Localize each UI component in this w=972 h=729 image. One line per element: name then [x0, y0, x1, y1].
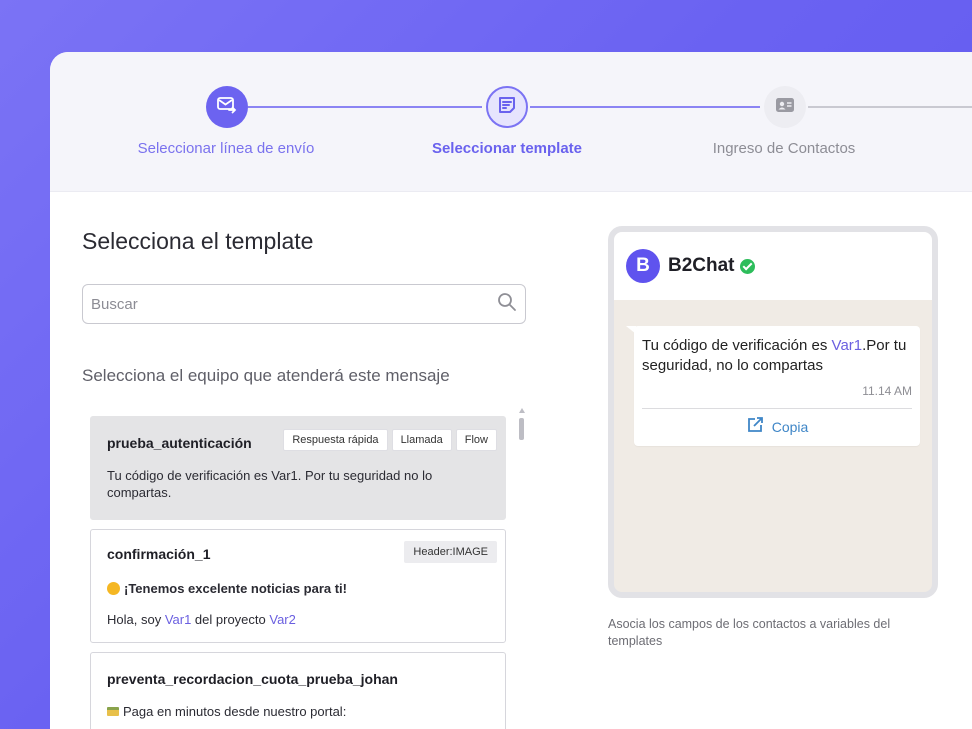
- message-text-1: Tu código de verificación es: [642, 337, 832, 354]
- main-window: Seleccionar línea de envío Seleccionar t…: [50, 52, 972, 729]
- template-headline: ¡Tenemos excelente noticias para ti!: [107, 580, 347, 597]
- step-1-circle[interactable]: [206, 86, 248, 128]
- message-time: 11.14 AM: [862, 384, 912, 398]
- template-icon: [497, 95, 517, 120]
- copy-button[interactable]: Copia: [634, 416, 920, 437]
- message-preview: B B2Chat Tu código de verificación es Va…: [608, 226, 938, 598]
- body-text: Paga en minutos desde nuestro portal:: [123, 704, 347, 719]
- search-input[interactable]: [91, 295, 497, 313]
- search-icon[interactable]: [497, 292, 517, 317]
- contact-card-icon: [775, 97, 795, 118]
- template-tags: Header:IMAGE: [404, 541, 497, 563]
- body-text-2: del proyecto: [191, 612, 270, 627]
- credit-card-icon: [107, 707, 119, 716]
- tag-flow: Flow: [455, 429, 497, 451]
- template-name: preventa_recordacion_cuota_prueba_johan: [107, 671, 398, 687]
- mail-send-icon: [217, 96, 237, 119]
- step-1-label[interactable]: Seleccionar línea de envío: [106, 140, 346, 157]
- copy-button-label: Copia: [771, 418, 809, 435]
- template-body: Paga en minutos desde nuestro portal:: [107, 703, 346, 720]
- template-card[interactable]: preventa_recordacion_cuota_prueba_johan …: [90, 652, 506, 729]
- template-tags: Respuesta rápida Llamada Flow: [283, 429, 497, 451]
- step-2-label[interactable]: Seleccionar template: [387, 140, 627, 157]
- step-3-circle[interactable]: [764, 86, 806, 128]
- step-3-label[interactable]: Ingreso de Contactos: [664, 140, 904, 157]
- body-text-1: Hola, soy: [107, 612, 165, 627]
- message-variable: Var1: [831, 337, 863, 354]
- tag-header-image: Header:IMAGE: [404, 541, 497, 563]
- scroll-up-arrow-icon[interactable]: [519, 408, 525, 413]
- template-card[interactable]: prueba_autenticación Respuesta rápida Ll…: [90, 416, 506, 520]
- template-body: Hola, soy Var1 del proyecto Var2: [107, 611, 296, 628]
- scroll-thumb[interactable]: [519, 418, 524, 440]
- bubble-divider: [642, 408, 912, 409]
- template-list: prueba_autenticación Respuesta rápida Ll…: [82, 408, 532, 729]
- template-card[interactable]: confirmación_1 Header:IMAGE ¡Tenemos exc…: [90, 529, 506, 643]
- step-connector-3: [808, 106, 972, 108]
- template-name: prueba_autenticación: [107, 435, 252, 451]
- message-text: Tu código de verificación es Var1.Por tu…: [642, 336, 912, 376]
- search-box[interactable]: [82, 284, 526, 324]
- step-connector-2: [530, 106, 760, 108]
- list-scrollbar[interactable]: [518, 408, 526, 729]
- variable-1: Var1: [164, 612, 192, 627]
- verified-check-icon: [739, 258, 755, 274]
- step-2-circle[interactable]: [486, 86, 528, 128]
- step-connector-1: [248, 106, 482, 108]
- tag-quick-reply: Respuesta rápida: [283, 429, 388, 451]
- preview-caption: Asocia los campos de los contactos a var…: [608, 617, 891, 648]
- template-body: Tu código de verificación es Var1. Por t…: [107, 468, 433, 500]
- b2chat-logo: B: [626, 249, 660, 283]
- team-label: Selecciona el equipo que atenderá este m…: [82, 366, 450, 385]
- brand-name: B2Chat: [668, 255, 735, 276]
- external-link-icon: [746, 416, 764, 437]
- variable-2: Var2: [269, 612, 296, 627]
- headline-text: ¡Tenemos excelente noticias para ti!: [124, 581, 347, 596]
- page-title: Selecciona el template: [82, 228, 314, 254]
- smiling-heart-eyes-icon: [107, 582, 120, 595]
- preview-header: B B2Chat: [614, 232, 932, 300]
- stepper: Seleccionar línea de envío Seleccionar t…: [50, 52, 972, 192]
- message-bubble: Tu código de verificación es Var1.Por tu…: [634, 326, 920, 446]
- tag-call: Llamada: [391, 429, 452, 451]
- template-name: confirmación_1: [107, 546, 211, 562]
